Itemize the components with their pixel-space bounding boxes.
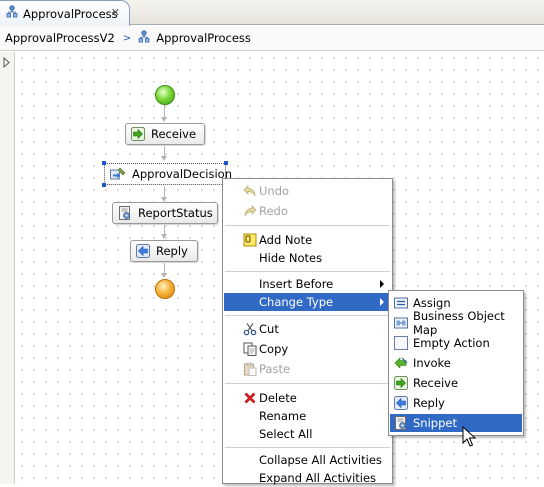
editor-tab-strip: ApprovalProcess ✕: [0, 0, 544, 26]
menu-item-paste[interactable]: Paste: [224, 360, 391, 378]
end-event[interactable]: [155, 279, 175, 299]
menu-item-select-all[interactable]: Select All: [224, 425, 391, 443]
menu-label: Business Object Map: [413, 309, 505, 337]
menu-item-undo[interactable]: Undo: [224, 182, 391, 200]
submenu-item-business-object-map[interactable]: Business Object Map: [390, 309, 522, 337]
undo-icon: [243, 184, 257, 198]
menu-label: Reply: [413, 396, 445, 410]
menu-label: Collapse All Activities: [259, 453, 382, 467]
menu-item-hide-notes[interactable]: Hide Notes: [224, 249, 391, 267]
snippet-icon: [118, 206, 132, 220]
change-type-submenu: Assign Business Object Map Empty Action …: [388, 290, 524, 436]
menu-separator: [225, 447, 390, 448]
approval-decision-activity[interactable]: ApprovalDecision: [102, 161, 232, 187]
connector-arrow: [161, 117, 167, 122]
breadcrumb: ApprovalProcessV2 > ApprovalProcess: [0, 26, 544, 51]
redo-icon: [243, 204, 257, 218]
mouse-cursor-icon: [462, 425, 477, 451]
tab-label: ApprovalProcess: [23, 6, 118, 21]
snippet-icon: [394, 416, 408, 430]
submenu-item-snippet[interactable]: Snippet: [390, 414, 522, 432]
selection-handle[interactable]: [102, 161, 106, 165]
start-event[interactable]: [155, 85, 175, 105]
menu-label: Add Note: [259, 233, 313, 247]
menu-label: Assign: [413, 296, 451, 310]
selection-handle[interactable]: [224, 161, 228, 165]
node-label: ReportStatus: [138, 206, 213, 220]
cut-icon: [243, 322, 257, 336]
menu-label: Paste: [259, 362, 291, 376]
reply-icon: [136, 244, 150, 258]
connector-arrow: [161, 156, 167, 161]
node-label: Receive: [151, 127, 197, 141]
menu-label: Expand All Activities: [259, 471, 377, 485]
close-icon[interactable]: ✕: [111, 6, 120, 19]
receive-icon: [131, 127, 145, 141]
process-icon: [5, 5, 19, 22]
menu-item-redo[interactable]: Redo: [224, 202, 391, 220]
note-icon: [243, 233, 257, 247]
menu-separator: [225, 271, 390, 272]
tab-approval-process[interactable]: ApprovalProcess ✕: [0, 0, 130, 26]
menu-label: Insert Before: [259, 277, 334, 291]
menu-item-rename[interactable]: Rename: [224, 407, 391, 425]
menu-item-delete[interactable]: Delete: [224, 389, 391, 407]
connector-arrow: [161, 234, 167, 239]
submenu-item-empty-action[interactable]: Empty Action: [390, 334, 522, 352]
menu-separator: [225, 383, 390, 384]
process-icon: [137, 29, 151, 47]
menu-label: Undo: [259, 184, 290, 198]
menu-item-change-type[interactable]: Change Type: [224, 293, 391, 311]
breadcrumb-item-module[interactable]: ApprovalProcessV2: [5, 31, 115, 45]
context-menu: Undo Redo Add Note Hide Notes Insert Bef…: [222, 178, 393, 487]
menu-item-cut[interactable]: Cut: [224, 320, 391, 338]
business-object-map-icon: [394, 316, 408, 330]
menu-item-insert-before[interactable]: Insert Before: [224, 275, 391, 293]
menu-label: Change Type: [259, 295, 334, 309]
submenu-item-receive[interactable]: Receive: [390, 374, 522, 392]
copy-icon: [243, 342, 257, 356]
submenu-arrow-icon: [380, 280, 384, 288]
selection-handle[interactable]: [102, 183, 106, 187]
breadcrumb-separator: >: [122, 32, 132, 44]
decision-icon: [110, 167, 126, 181]
menu-label: Cut: [259, 322, 279, 336]
expand-palette-icon[interactable]: [3, 56, 11, 71]
reply-activity[interactable]: Reply: [130, 240, 198, 262]
menu-label: Select All: [259, 427, 313, 441]
report-status-activity[interactable]: ReportStatus: [112, 202, 218, 224]
receive-icon: [394, 376, 408, 390]
delete-icon: [243, 391, 257, 405]
invoke-icon: [394, 356, 408, 370]
menu-item-collapse-all[interactable]: Collapse All Activities: [224, 451, 391, 469]
paste-icon: [243, 362, 257, 376]
submenu-item-invoke[interactable]: Invoke: [390, 354, 522, 372]
empty-action-icon: [394, 336, 408, 350]
menu-label: Rename: [259, 409, 307, 423]
connector-arrow: [161, 273, 167, 278]
palette-gutter: [0, 52, 15, 484]
receive-activity[interactable]: Receive: [125, 123, 205, 145]
reply-icon: [394, 396, 408, 410]
node-label: ApprovalDecision: [132, 167, 232, 181]
menu-separator: [225, 225, 390, 226]
menu-label: Copy: [259, 342, 289, 356]
menu-item-copy[interactable]: Copy: [224, 340, 391, 358]
breadcrumb-item-process[interactable]: ApprovalProcess: [156, 31, 251, 45]
menu-label: Snippet: [413, 416, 457, 430]
menu-item-add-note[interactable]: Add Note: [224, 231, 391, 249]
menu-item-expand-all[interactable]: Expand All Activities: [224, 469, 391, 487]
menu-label: Receive: [413, 376, 459, 390]
node-label: Reply: [156, 244, 188, 258]
submenu-arrow-icon: [380, 298, 384, 306]
submenu-item-reply[interactable]: Reply: [390, 394, 522, 412]
assign-icon: [394, 296, 408, 310]
menu-label: Empty Action: [413, 336, 490, 350]
menu-label: Invoke: [413, 356, 451, 370]
menu-label: Delete: [259, 391, 297, 405]
menu-label: Redo: [259, 204, 288, 218]
menu-label: Hide Notes: [259, 251, 323, 265]
menu-separator: [225, 315, 390, 316]
